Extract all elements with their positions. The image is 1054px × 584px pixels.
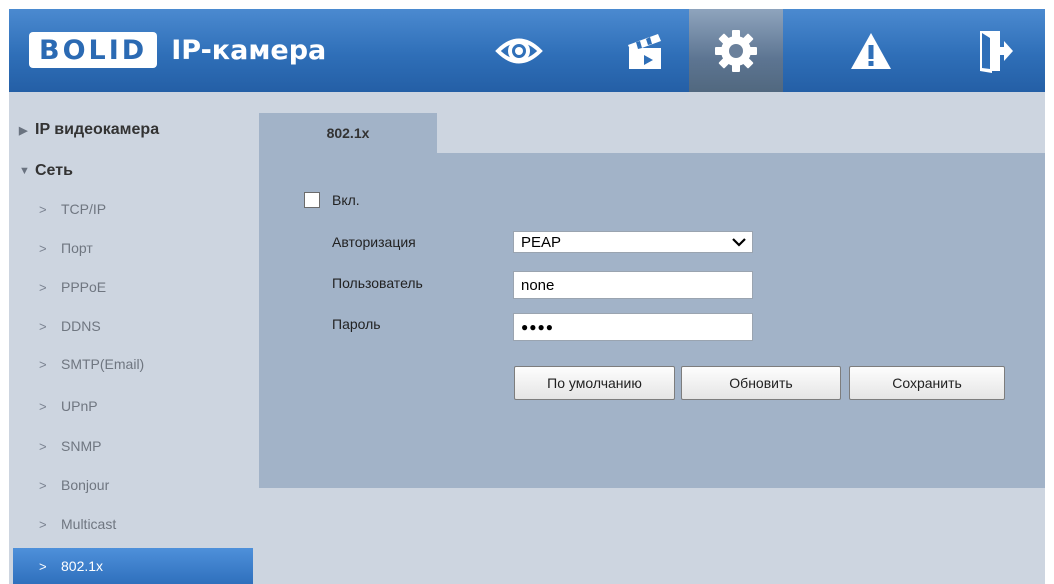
- sidebar-group-label: Сеть: [35, 162, 73, 179]
- sidebar-item-label: TCP/IP: [61, 201, 107, 217]
- chevron-right-icon: >: [39, 318, 47, 334]
- chevron-right-icon: >: [39, 398, 47, 414]
- nav-playback-button[interactable]: [598, 9, 692, 92]
- chevron-right-icon: >: [39, 516, 47, 532]
- chevron-right-icon: >: [39, 279, 47, 295]
- sidebar-item-label: PPPoE: [61, 279, 107, 295]
- top-header: BOLID IP-камера: [9, 9, 1045, 92]
- chevron-right-icon: >: [39, 438, 47, 454]
- save-button[interactable]: Сохранить: [849, 366, 1005, 400]
- sidebar-item-label: DDNS: [61, 318, 101, 334]
- nav-live-view-button[interactable]: [472, 9, 566, 92]
- chevron-right-icon: >: [39, 240, 47, 256]
- logo: BOLID IP-камера: [29, 29, 326, 71]
- sidebar-item-8021x[interactable]: > 802.1x: [13, 548, 253, 584]
- exit-door-icon: [980, 30, 1013, 73]
- sidebar-group-label: IP видеокамера: [35, 121, 160, 138]
- sidebar-item-smtp[interactable]: > SMTP(Email): [13, 346, 253, 382]
- brand-logo: BOLID: [29, 32, 158, 68]
- sidebar-group-network[interactable]: ▼ Сеть: [19, 162, 73, 180]
- clapperboard-icon: [628, 33, 661, 69]
- sidebar-nav: ▶ IP видеокамера ▼ Сеть > TCP/IP > Порт …: [9, 92, 255, 584]
- gear-icon: [715, 29, 757, 72]
- password-label: Пароль: [332, 316, 381, 332]
- sidebar-item-label: UPnP: [61, 398, 98, 414]
- password-field-value: ●●●●: [521, 320, 554, 334]
- default-button[interactable]: По умолчанию: [514, 366, 675, 400]
- enable-checkbox[interactable]: [304, 192, 320, 208]
- sidebar-item-ddns[interactable]: > DDNS: [13, 308, 253, 344]
- chevron-down-icon: [732, 237, 746, 247]
- warning-icon: [851, 32, 891, 69]
- sidebar-item-upnp[interactable]: > UPnP: [13, 388, 253, 424]
- sidebar-item-label: 802.1x: [61, 558, 104, 574]
- chevron-right-icon: >: [39, 558, 47, 574]
- user-label: Пользователь: [332, 275, 423, 291]
- user-field[interactable]: none: [513, 271, 753, 299]
- sidebar-item-label: SMTP(Email): [61, 356, 145, 372]
- sidebar-item-pppoe[interactable]: > PPPoE: [13, 269, 253, 305]
- app-frame: BOLID IP-камера ▶ IP видеокамера ▼ Сеть …: [9, 9, 1045, 584]
- enable-label: Вкл.: [332, 192, 360, 208]
- auth-select-value: PEAP: [521, 233, 562, 251]
- auth-select[interactable]: PEAP: [513, 231, 753, 253]
- app-title: IP-камера: [171, 34, 327, 66]
- sidebar-item-label: Bonjour: [61, 477, 110, 493]
- refresh-button[interactable]: Обновить: [681, 366, 841, 400]
- sidebar-item-label: Multicast: [61, 516, 117, 532]
- tab-8021x[interactable]: 802.1x: [259, 113, 437, 153]
- sidebar-item-label: SNMP: [61, 438, 102, 454]
- user-field-value: none: [521, 276, 555, 294]
- chevron-right-icon: >: [39, 477, 47, 493]
- sidebar-item-snmp[interactable]: > SNMP: [13, 428, 253, 464]
- sidebar-item-tcpip[interactable]: > TCP/IP: [13, 191, 253, 227]
- sidebar-group-ip-camera[interactable]: ▶ IP видеокамера: [19, 121, 159, 139]
- eye-icon: [495, 38, 543, 63]
- password-field[interactable]: ●●●●: [513, 313, 753, 341]
- nav-setup-button[interactable]: [689, 9, 783, 92]
- triangle-down-icon: ▼: [19, 165, 30, 177]
- sidebar-item-bonjour[interactable]: > Bonjour: [13, 467, 253, 503]
- enable-row: Вкл.: [304, 192, 360, 208]
- chevron-right-icon: >: [39, 201, 47, 217]
- sidebar-item-port[interactable]: > Порт: [13, 230, 253, 266]
- sidebar-item-label: Порт: [61, 240, 93, 256]
- nav-alarm-button[interactable]: [824, 9, 918, 92]
- sidebar-item-multicast[interactable]: > Multicast: [13, 506, 253, 542]
- triangle-right-icon: ▶: [19, 124, 28, 137]
- chevron-right-icon: >: [39, 356, 47, 372]
- auth-label: Авторизация: [332, 234, 416, 250]
- nav-logout-button[interactable]: [947, 9, 1041, 92]
